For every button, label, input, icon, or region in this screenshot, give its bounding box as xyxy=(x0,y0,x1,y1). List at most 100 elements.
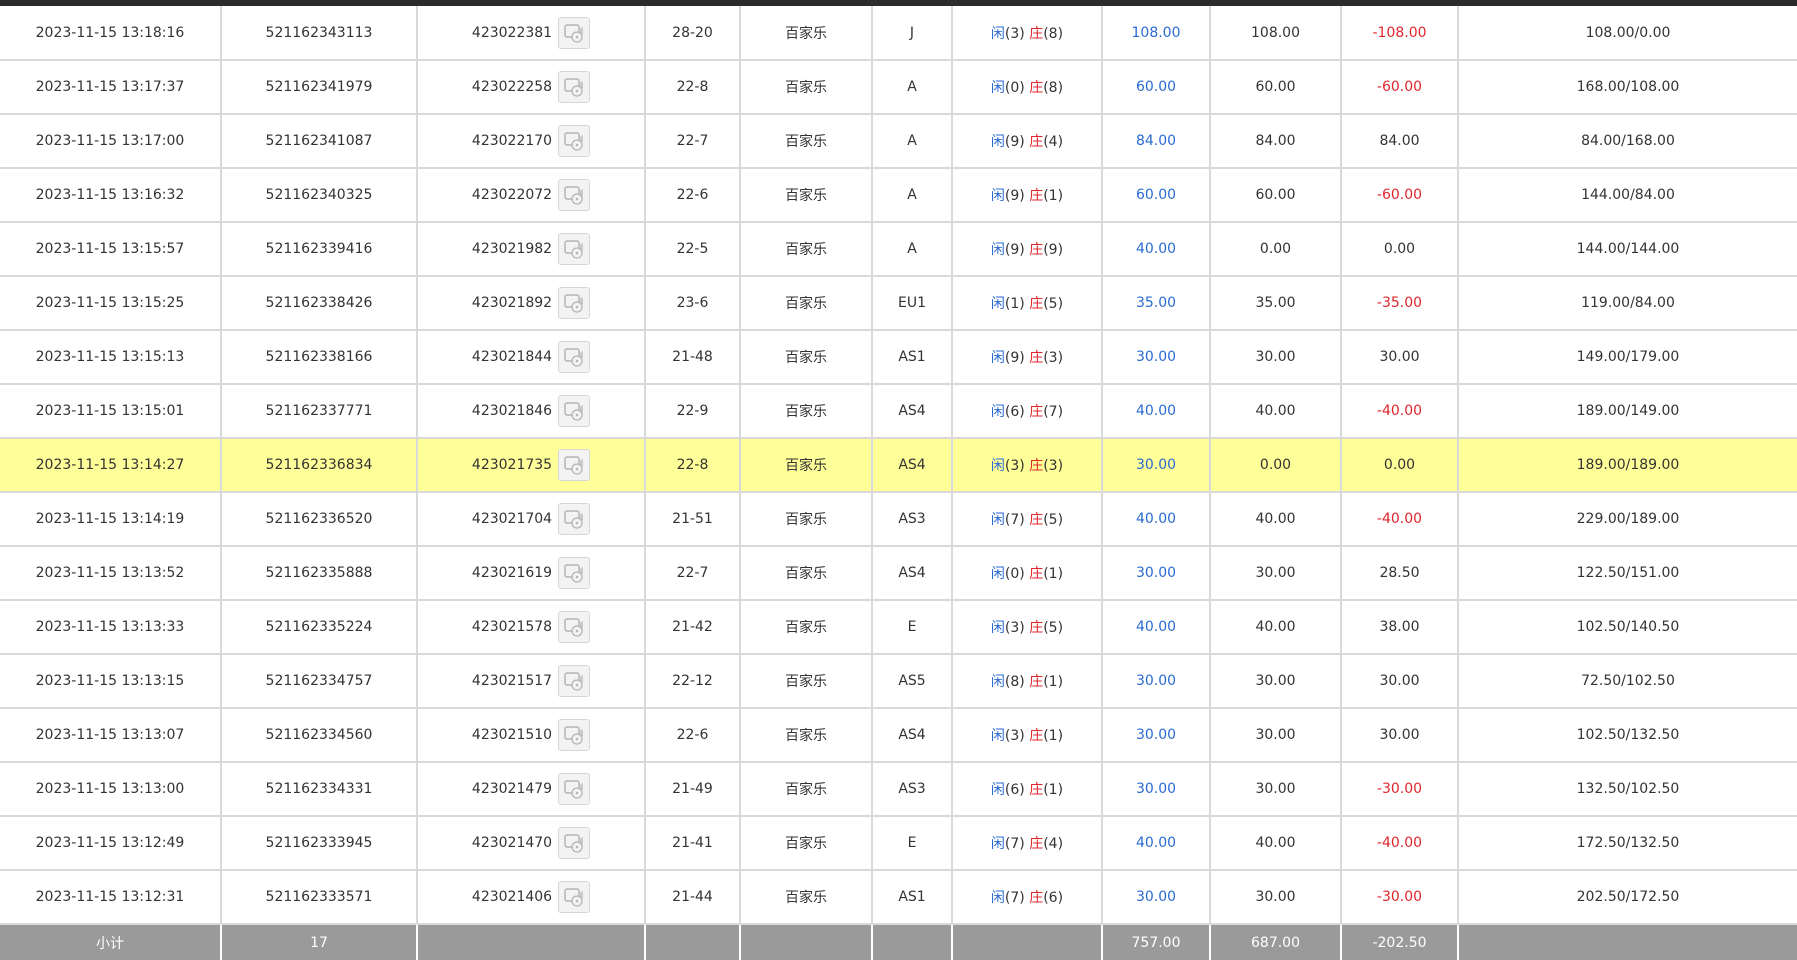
player-points: (0) xyxy=(1004,566,1025,582)
round-id: 423021510 xyxy=(471,727,553,743)
round-id-cell: 423022258 xyxy=(417,60,646,115)
replay-video-icon[interactable] xyxy=(558,287,591,319)
replay-video-icon[interactable] xyxy=(558,341,591,373)
banker-points: (5) xyxy=(1043,620,1064,636)
game-result: 闲(3) 庄(1) xyxy=(952,708,1103,763)
game-result: 闲(9) 庄(9) xyxy=(952,222,1103,277)
win-loss: 28.50 xyxy=(1341,546,1459,601)
table-number: 22-7 xyxy=(645,114,741,169)
order-id: 521162343113 xyxy=(221,6,418,61)
subtotal-label: 小计 xyxy=(0,924,222,960)
bet-time: 2023-11-15 13:15:01 xyxy=(0,384,222,439)
round-id-cell: 423021982 xyxy=(417,222,646,277)
hall-code: AS3 xyxy=(872,762,953,817)
table-row: 2023-11-15 13:12:49 521162333945 423021470… xyxy=(0,816,1797,871)
banker-points: (4) xyxy=(1043,836,1064,852)
banker-label: 庄 xyxy=(1029,782,1044,798)
hall-code: AS4 xyxy=(872,546,953,601)
banker-label: 庄 xyxy=(1029,674,1044,690)
valid-bet: 40.00 xyxy=(1210,492,1342,547)
balance-change: 108.00/0.00 xyxy=(1458,6,1797,61)
banker-points: (4) xyxy=(1043,134,1064,150)
replay-video-icon[interactable] xyxy=(558,71,591,103)
win-loss: -40.00 xyxy=(1341,816,1459,871)
banker-points: (5) xyxy=(1043,512,1064,528)
replay-video-icon[interactable] xyxy=(558,179,591,211)
subtotal-empty xyxy=(740,924,873,960)
round-id-cell: 423021578 xyxy=(417,600,646,655)
bet-time: 2023-11-15 13:16:32 xyxy=(0,168,222,223)
round-id: 423021619 xyxy=(471,565,553,581)
replay-video-icon[interactable] xyxy=(558,557,591,589)
win-loss: 0.00 xyxy=(1341,222,1459,277)
game-result: 闲(1) 庄(5) xyxy=(952,276,1103,331)
round-id-cell: 423021892 xyxy=(417,276,646,331)
banker-label: 庄 xyxy=(1029,25,1044,42)
valid-bet: 30.00 xyxy=(1210,870,1342,925)
replay-video-icon[interactable] xyxy=(558,773,591,805)
table-row: 2023-11-15 13:13:00 521162334331 423021479… xyxy=(0,762,1797,817)
balance-change: 172.50/132.50 xyxy=(1458,816,1797,871)
bet-amount: 30.00 xyxy=(1102,438,1211,493)
bet-time: 2023-11-15 13:15:13 xyxy=(0,330,222,385)
replay-video-icon[interactable] xyxy=(558,125,591,157)
replay-video-icon[interactable] xyxy=(558,233,591,265)
game-type: 百家乐 xyxy=(740,654,873,709)
bet-time: 2023-11-15 13:14:19 xyxy=(0,492,222,547)
replay-video-icon[interactable] xyxy=(558,16,591,49)
round-id: 423022072 xyxy=(471,187,553,203)
player-label: 闲 xyxy=(990,566,1005,582)
order-id: 521162336834 xyxy=(221,438,418,493)
game-type: 百家乐 xyxy=(740,438,873,493)
order-id: 521162338426 xyxy=(221,276,418,331)
hall-code: AS1 xyxy=(872,870,953,925)
subtotal-bet: 757.00 xyxy=(1102,924,1211,960)
player-points: (1) xyxy=(1004,296,1025,312)
round-id-cell: 423021470 xyxy=(417,816,646,871)
replay-video-icon[interactable] xyxy=(558,395,591,427)
valid-bet: 30.00 xyxy=(1210,330,1342,385)
bet-time: 2023-11-15 13:15:57 xyxy=(0,222,222,277)
game-type: 百家乐 xyxy=(740,276,873,331)
player-label: 闲 xyxy=(990,242,1005,258)
banker-label: 庄 xyxy=(1029,242,1044,258)
round-id: 423021578 xyxy=(471,619,553,635)
banker-points: (7) xyxy=(1043,404,1064,420)
replay-video-icon[interactable] xyxy=(558,611,591,643)
bet-amount: 40.00 xyxy=(1102,222,1211,277)
balance-change: 84.00/168.00 xyxy=(1458,114,1797,169)
order-id: 521162335224 xyxy=(221,600,418,655)
round-id: 423021892 xyxy=(471,295,553,311)
subtotal-empty xyxy=(872,924,953,960)
balance-change: 189.00/149.00 xyxy=(1458,384,1797,439)
round-id-cell: 423022170 xyxy=(417,114,646,169)
banker-label: 庄 xyxy=(1029,134,1044,150)
order-id: 521162340325 xyxy=(221,168,418,223)
balance-change: 149.00/179.00 xyxy=(1458,330,1797,385)
table-number: 21-48 xyxy=(645,330,741,385)
bet-amount: 35.00 xyxy=(1102,276,1211,331)
game-type: 百家乐 xyxy=(740,168,873,223)
banker-points: (1) xyxy=(1043,566,1064,582)
table-number: 22-5 xyxy=(645,222,741,277)
replay-video-icon[interactable] xyxy=(558,719,591,751)
game-type: 百家乐 xyxy=(740,762,873,817)
win-loss: 38.00 xyxy=(1341,600,1459,655)
bet-time: 2023-11-15 13:17:00 xyxy=(0,114,222,169)
table-row: 2023-11-15 13:18:16 521162343113 423022381… xyxy=(0,6,1797,61)
replay-video-icon[interactable] xyxy=(558,827,591,859)
replay-video-icon[interactable] xyxy=(558,449,591,481)
valid-bet: 0.00 xyxy=(1210,438,1342,493)
game-type: 百家乐 xyxy=(740,600,873,655)
balance-change: 122.50/151.00 xyxy=(1458,546,1797,601)
win-loss: -40.00 xyxy=(1341,492,1459,547)
replay-video-icon[interactable] xyxy=(558,881,591,913)
win-loss: -35.00 xyxy=(1341,276,1459,331)
table-number: 22-8 xyxy=(645,438,741,493)
table-number: 22-12 xyxy=(645,654,741,709)
replay-video-icon[interactable] xyxy=(558,503,591,535)
hall-code: E xyxy=(872,816,953,871)
subtotal-empty xyxy=(1458,924,1797,960)
replay-video-icon[interactable] xyxy=(558,665,591,697)
banker-label: 庄 xyxy=(1029,728,1044,744)
